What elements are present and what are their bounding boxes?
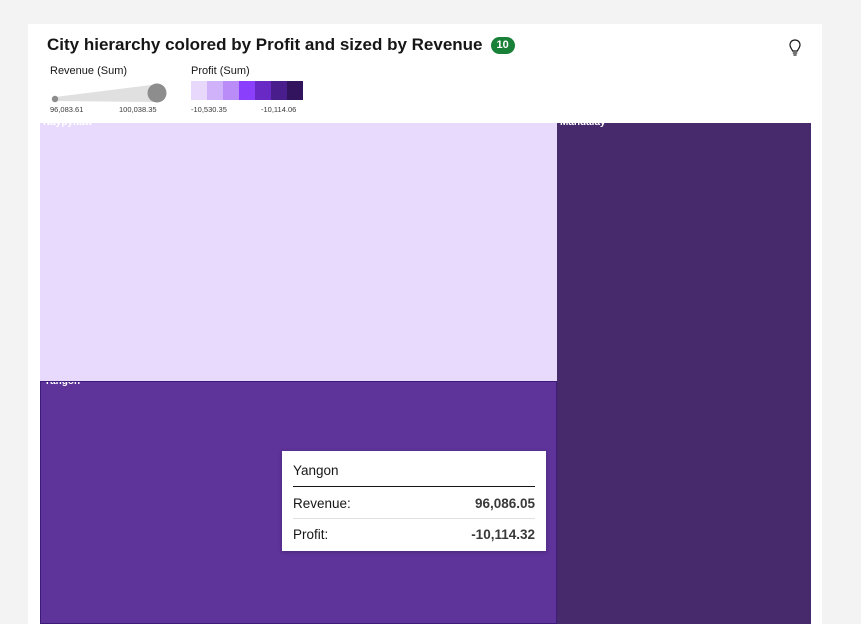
treemap-cell-label: Yangon — [44, 381, 81, 387]
tooltip-profit-label: Profit: — [293, 526, 329, 542]
treemap-cell-naypyitaw[interactable]: Naypyitaw — [40, 123, 557, 381]
lightbulb-icon[interactable] — [788, 38, 802, 58]
treemap-cell-label: Naypyitaw — [43, 123, 92, 128]
color-legend-max: -10,114.06 — [261, 105, 297, 114]
tooltip-divider — [293, 486, 535, 487]
tooltip-title: Yangon — [293, 463, 339, 478]
tooltip-profit-value: -10,114.32 — [471, 526, 535, 542]
tooltip-revenue-label: Revenue: — [293, 495, 351, 511]
color-legend-min: -10,530.35 — [191, 105, 227, 114]
color-legend-swatch — [239, 81, 255, 100]
tooltip-revenue-value: 96,086.05 — [474, 495, 535, 511]
color-legend-swatch — [255, 81, 271, 100]
tooltip: Yangon Revenue: 96,086.05 Profit: -10,11… — [282, 451, 546, 551]
color-legend-swatch — [207, 81, 223, 100]
color-legend-swatch — [223, 81, 239, 100]
color-legend-swatch — [287, 81, 303, 100]
treemap-cell-label: Mandalay — [560, 123, 606, 128]
chart-title-text: City hierarchy colored by Profit and siz… — [47, 35, 483, 54]
color-legend-ramp — [191, 81, 303, 100]
tooltip-row-revenue: Revenue: 96,086.05 — [293, 488, 535, 519]
color-legend-title: Profit (Sum) — [191, 65, 250, 77]
chart-title: City hierarchy colored by Profit and siz… — [47, 35, 515, 55]
size-legend-title: Revenue (Sum) — [50, 65, 128, 77]
treemap-cell-mandalay[interactable]: Mandalay — [557, 123, 811, 624]
count-badge: 10 — [490, 36, 515, 54]
color-legend-swatch — [271, 81, 287, 100]
tooltip-row-profit: Profit: -10,114.32 — [293, 519, 535, 549]
size-legend-max: 100,038.35 — [119, 105, 157, 114]
color-legend-swatch — [191, 81, 207, 100]
size-legend-min: 96,083.61 — [50, 105, 84, 114]
size-legend-ramp — [51, 83, 167, 103]
